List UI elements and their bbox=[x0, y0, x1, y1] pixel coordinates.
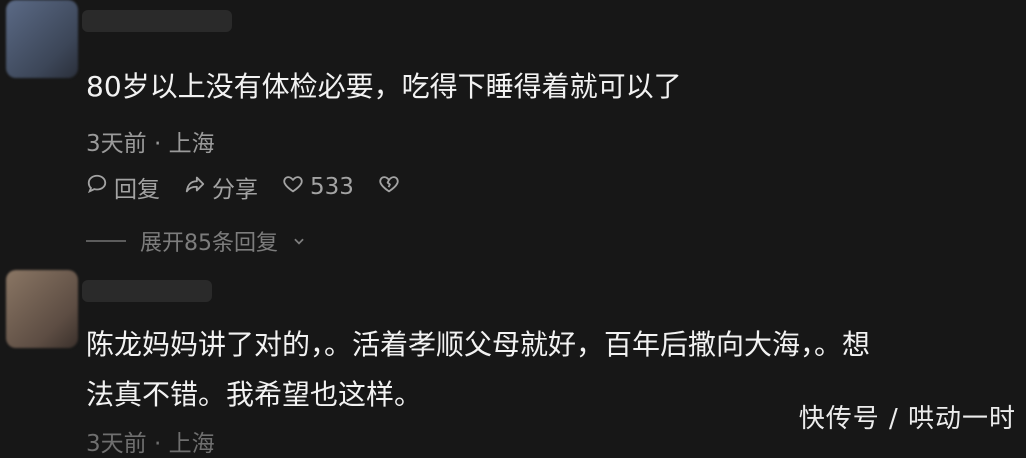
heart-icon bbox=[282, 173, 304, 201]
comment-meta: 3天前 · 上海 bbox=[86, 131, 215, 157]
username-blurred[interactable] bbox=[82, 280, 212, 302]
watermark: 快传号 / 哄动一时 bbox=[798, 404, 1016, 434]
divider-line bbox=[86, 240, 126, 242]
comment-text: 80岁以上没有体检必要，吃得下睡得着就可以了 bbox=[86, 70, 682, 103]
broken-heart-icon bbox=[378, 173, 400, 201]
like-button[interactable]: 533 bbox=[282, 173, 354, 201]
comment-meta-partial: 3天前 · 上海 bbox=[86, 431, 215, 457]
reply-button[interactable]: 回复 bbox=[86, 170, 160, 204]
comment-text-line: 法真不错。我希望也这样。 bbox=[86, 378, 423, 411]
dislike-button[interactable] bbox=[378, 173, 400, 201]
like-count: 533 bbox=[310, 174, 354, 200]
expand-replies-label: 展开85条回复 bbox=[140, 231, 278, 256]
share-label: 分享 bbox=[212, 177, 258, 203]
comment-icon bbox=[86, 173, 108, 201]
reply-label: 回复 bbox=[114, 177, 160, 203]
expand-replies-link[interactable]: 展开85条回复 bbox=[86, 225, 306, 257]
username-blurred[interactable] bbox=[82, 10, 232, 32]
avatar[interactable] bbox=[6, 0, 78, 78]
share-icon bbox=[184, 173, 206, 201]
comment-text-line: 陈龙妈妈讲了对的，。活着孝顺父母就好，百年后撒向大海，。想 bbox=[86, 328, 871, 361]
comment-actions: 回复 分享 533 bbox=[86, 170, 400, 204]
chevron-down-icon bbox=[292, 229, 306, 254]
avatar[interactable] bbox=[6, 270, 78, 348]
share-button[interactable]: 分享 bbox=[184, 170, 258, 204]
